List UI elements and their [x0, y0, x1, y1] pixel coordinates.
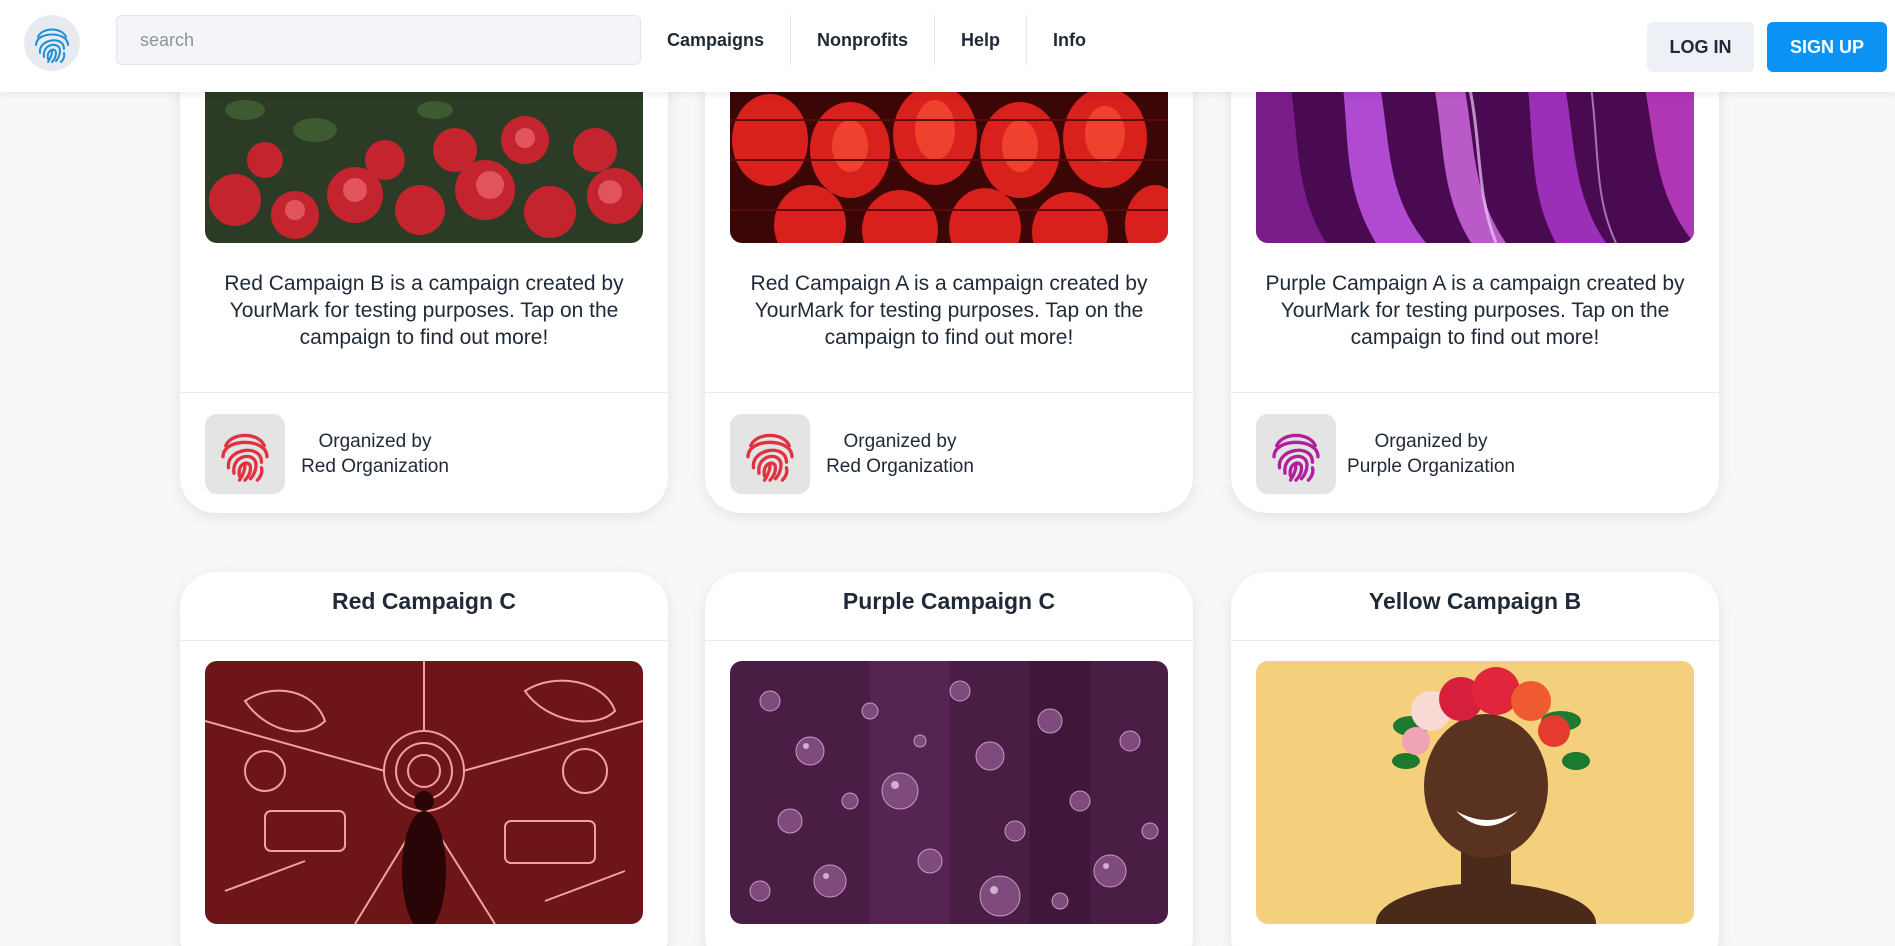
organization-avatar[interactable]: [730, 414, 810, 494]
nav-campaigns[interactable]: Campaigns: [641, 15, 792, 65]
nav-help[interactable]: Help: [935, 15, 1028, 65]
top-navigation-bar: Campaigns Nonprofits Help Info LOG IN SI…: [0, 0, 1895, 92]
fingerprint-icon: [746, 433, 794, 482]
organizer-info: Organized by Red Organization: [295, 429, 455, 479]
fingerprint-icon: [1272, 433, 1320, 482]
main-navigation: Campaigns Nonprofits Help Info: [641, 15, 1112, 65]
campaign-description: Red Campaign A is a campaign created by …: [750, 272, 1148, 349]
campaign-title[interactable]: Yellow Campaign B: [1231, 588, 1719, 615]
campaign-card[interactable]: Red Campaign C: [180, 572, 668, 946]
fingerprint-logo-icon[interactable]: [24, 15, 80, 71]
search-input[interactable]: [116, 15, 641, 65]
organizer-info: Organized by Purple Organization: [1346, 429, 1516, 479]
page: Campaigns Nonprofits Help Info LOG IN SI…: [0, 0, 1895, 946]
campaign-description: Red Campaign B is a campaign created by …: [224, 272, 624, 349]
card-divider: [1231, 392, 1719, 393]
card-divider: [705, 640, 1193, 641]
campaign-card[interactable]: Yellow Campaign B: [1231, 572, 1719, 946]
organized-by-label: Organized by: [1374, 431, 1488, 452]
card-divider: [180, 640, 668, 641]
nav-nonprofits[interactable]: Nonprofits: [791, 15, 936, 65]
card-divider: [705, 392, 1193, 393]
organized-by-label: Organized by: [318, 431, 432, 452]
fingerprint-icon: [221, 433, 269, 482]
campaign-title[interactable]: Red Campaign C: [180, 588, 668, 615]
campaign-image-purple-bubbles: [730, 661, 1168, 924]
login-button[interactable]: LOG IN: [1647, 22, 1754, 72]
organization-avatar[interactable]: [1256, 414, 1336, 494]
organized-by-label: Organized by: [843, 431, 957, 452]
signup-button[interactable]: SIGN UP: [1767, 22, 1887, 72]
card-divider: [180, 392, 668, 393]
card-divider: [1231, 640, 1719, 641]
campaign-title[interactable]: Purple Campaign C: [705, 588, 1193, 615]
campaign-image-red-neon-instruments: [205, 661, 643, 924]
campaign-image-woman-flower-crown: [1256, 661, 1694, 924]
organization-name[interactable]: Red Organization: [295, 454, 455, 479]
campaign-card[interactable]: Purple Campaign C: [705, 572, 1193, 946]
organization-name[interactable]: Purple Organization: [1346, 454, 1516, 479]
campaign-description: Purple Campaign A is a campaign created …: [1265, 272, 1685, 349]
organization-avatar[interactable]: [205, 414, 285, 494]
organization-name[interactable]: Red Organization: [820, 454, 980, 479]
nav-info[interactable]: Info: [1027, 15, 1112, 65]
organizer-info: Organized by Red Organization: [820, 429, 980, 479]
